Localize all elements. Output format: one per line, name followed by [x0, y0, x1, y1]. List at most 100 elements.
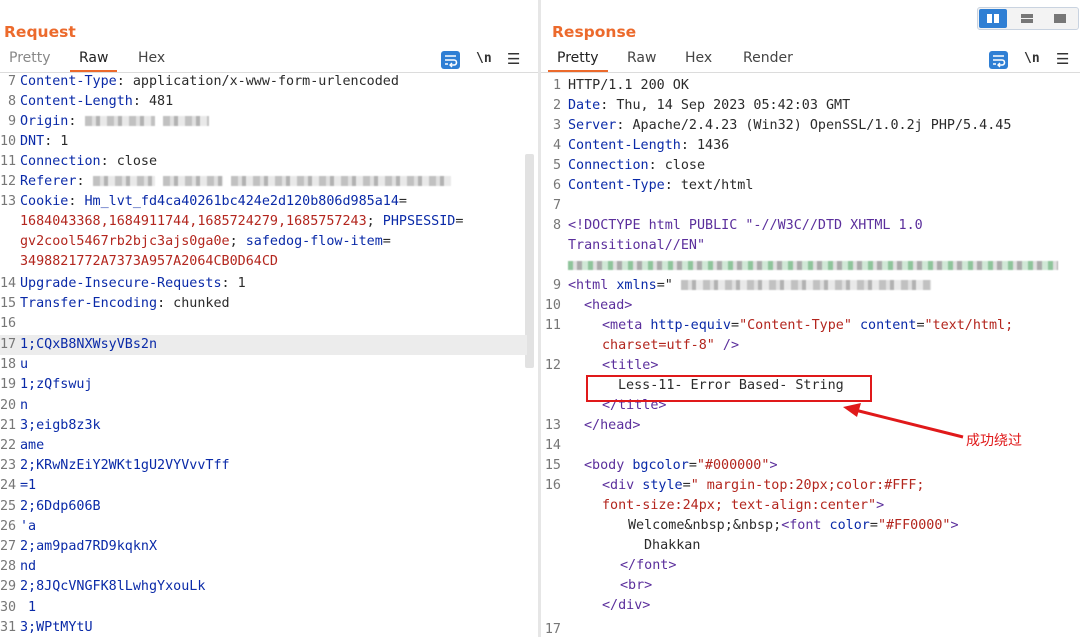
tab-raw[interactable]: Raw — [627, 50, 656, 66]
html-value: charset=utf-8" — [602, 338, 715, 353]
header-name: Content-Length — [568, 138, 681, 153]
html-eq: = — [682, 478, 691, 493]
cookie-name: Hm_lvt_fd4ca40261bc424e2d120b806d985a14 — [84, 194, 399, 209]
tab-hex[interactable]: Hex — [138, 50, 165, 66]
html-attr: content — [851, 318, 917, 333]
code-line: 23 2;KRwNzEiY2WKt1gU2VYVvvTff — [0, 456, 538, 476]
rows-icon — [1021, 14, 1033, 23]
line-text: Origin: — [20, 114, 209, 129]
response-editor[interactable]: 1 HTTP/1.1 200 OK 2 Date: Thu, 14 Sep 2023… — [541, 72, 1080, 637]
line-number: 24 — [0, 478, 17, 494]
header-value: : application/x-www-form-urlencoded — [116, 74, 399, 89]
line-number: 20 — [0, 397, 17, 413]
line-number: 12 — [0, 174, 17, 189]
annotation-label: 成功绕过 — [966, 433, 1022, 449]
line-text: 1 — [20, 599, 37, 615]
cookie-sep: ; — [366, 214, 383, 229]
line-number: 29 — [0, 579, 17, 595]
line-text: 1;zQfswuj — [20, 377, 93, 393]
line-number: 14 — [544, 438, 561, 453]
header-value: : Apache/2.4.23 (Win32) OpenSSL/1.0.2j P… — [616, 118, 1012, 133]
tab-pretty[interactable]: Pretty — [9, 50, 51, 66]
newline-toggle-button[interactable]: \n — [1024, 51, 1040, 66]
line-number: 16 — [544, 478, 561, 493]
html-tag: <body — [584, 458, 625, 473]
line-number: 18 — [0, 357, 17, 373]
line-number: 22 — [0, 438, 17, 453]
tab-hex[interactable]: Hex — [685, 50, 712, 66]
line-number: 15 — [544, 458, 561, 473]
header-value: : close — [100, 154, 158, 169]
layout-stacked-button[interactable] — [1013, 9, 1041, 28]
line-number: 12 — [544, 358, 561, 373]
header-value: : 1 — [44, 134, 69, 149]
code-line: 28nd — [0, 557, 538, 577]
header-value: : Thu, 14 Sep 2023 05:42:03 GMT — [600, 98, 851, 113]
menu-icon[interactable]: ☰ — [507, 51, 520, 67]
line-text: Transfer-Encoding: chunked — [20, 296, 230, 311]
html-tag: <html — [568, 278, 609, 293]
line-number: 2 — [552, 98, 561, 113]
code-line: 17 1;CQxB8NXWsyVBs2n — [0, 335, 538, 355]
line-text: ame — [20, 438, 45, 453]
line-text: <html xmlns=" — [568, 278, 931, 293]
doctype: Transitional//EN" — [568, 238, 706, 253]
line-text: Content-Length: 1436 — [568, 138, 729, 153]
html-text: Dhakkan — [644, 538, 701, 553]
html-value: "Content-Type" — [739, 318, 852, 333]
code-line: 8 Content-Length: 481 — [0, 92, 538, 112]
line-text: Connection: close — [20, 154, 157, 169]
newline-toggle-button[interactable]: \n — [476, 51, 492, 66]
html-value: "#000000" — [696, 458, 770, 473]
tab-render[interactable]: Render — [743, 50, 793, 66]
html-tag: <head> — [584, 298, 633, 313]
code-line: 7 Content-Type: application/x-www-form-u… — [0, 72, 538, 92]
header-value: : text/html — [664, 178, 754, 193]
tab-pretty[interactable]: Pretty — [548, 50, 608, 72]
code-line: 16 — [0, 314, 538, 334]
line-number: 17 — [544, 622, 561, 637]
response-pane: Response Pretty Raw Hex Render \n ☰ 1 HTT… — [541, 0, 1080, 637]
line-number: 30 — [0, 599, 17, 615]
request-editor[interactable]: 7 Content-Type: application/x-www-form-u… — [0, 72, 538, 637]
line-text: u — [20, 357, 29, 373]
line-text: Content-Type: application/x-www-form-url… — [20, 74, 399, 89]
line-text: <body bgcolor="#000000"> — [568, 458, 778, 473]
redacted-value — [162, 176, 223, 186]
code-line: 12 Referer: — [0, 172, 538, 192]
tab-raw[interactable]: Raw — [70, 50, 118, 72]
html-attr: bgcolor — [624, 458, 689, 473]
redacted-value — [84, 116, 155, 126]
line-number: 19 — [0, 377, 17, 393]
header-name: DNT — [20, 134, 45, 149]
line-text: Referer: — [20, 174, 451, 189]
line-number: 16 — [0, 316, 17, 331]
code-line: 25 2;6Ddp606B — [0, 497, 538, 517]
line-text: Content-Length: 481 — [20, 94, 173, 109]
layout-side-by-side-button[interactable] — [979, 9, 1007, 28]
html-value: "text/html; — [924, 318, 1014, 333]
cookie-eq: = — [398, 194, 407, 209]
line-number: 11 — [0, 154, 17, 169]
line-text: Connection: close — [568, 158, 705, 173]
line-text: 2;8JQcVNGFK8lLwhgYxouLk — [20, 579, 206, 595]
cookie-name: PHPSESSID — [382, 214, 456, 229]
header-value: : 481 — [132, 94, 174, 109]
header-name: Connection — [568, 158, 649, 173]
wrap-lines-button[interactable] — [441, 51, 460, 69]
layout-single-button[interactable] — [1046, 9, 1074, 28]
line-text: Cookie: Hm_lvt_fd4ca40261bc424e2d120b806… — [20, 194, 407, 209]
menu-icon[interactable]: ☰ — [1056, 51, 1069, 67]
highlight-box — [586, 375, 872, 402]
redacted-value — [230, 176, 451, 186]
line-text: Server: Apache/2.4.23 (Win32) OpenSSL/1.… — [568, 118, 1011, 133]
line-number: 11 — [544, 318, 561, 333]
line-text: 3;WPtMYtU — [20, 619, 93, 635]
header-name: Transfer-Encoding — [20, 296, 158, 311]
html-tag: <title> — [602, 358, 659, 373]
cookie-value: 3498821772A7373A957A2064CB0D64CD — [20, 254, 278, 269]
line-text: DNT: 1 — [20, 134, 68, 149]
html-eq: = — [916, 318, 925, 333]
wrap-lines-button[interactable] — [989, 51, 1008, 69]
line-number: 4 — [552, 138, 561, 153]
